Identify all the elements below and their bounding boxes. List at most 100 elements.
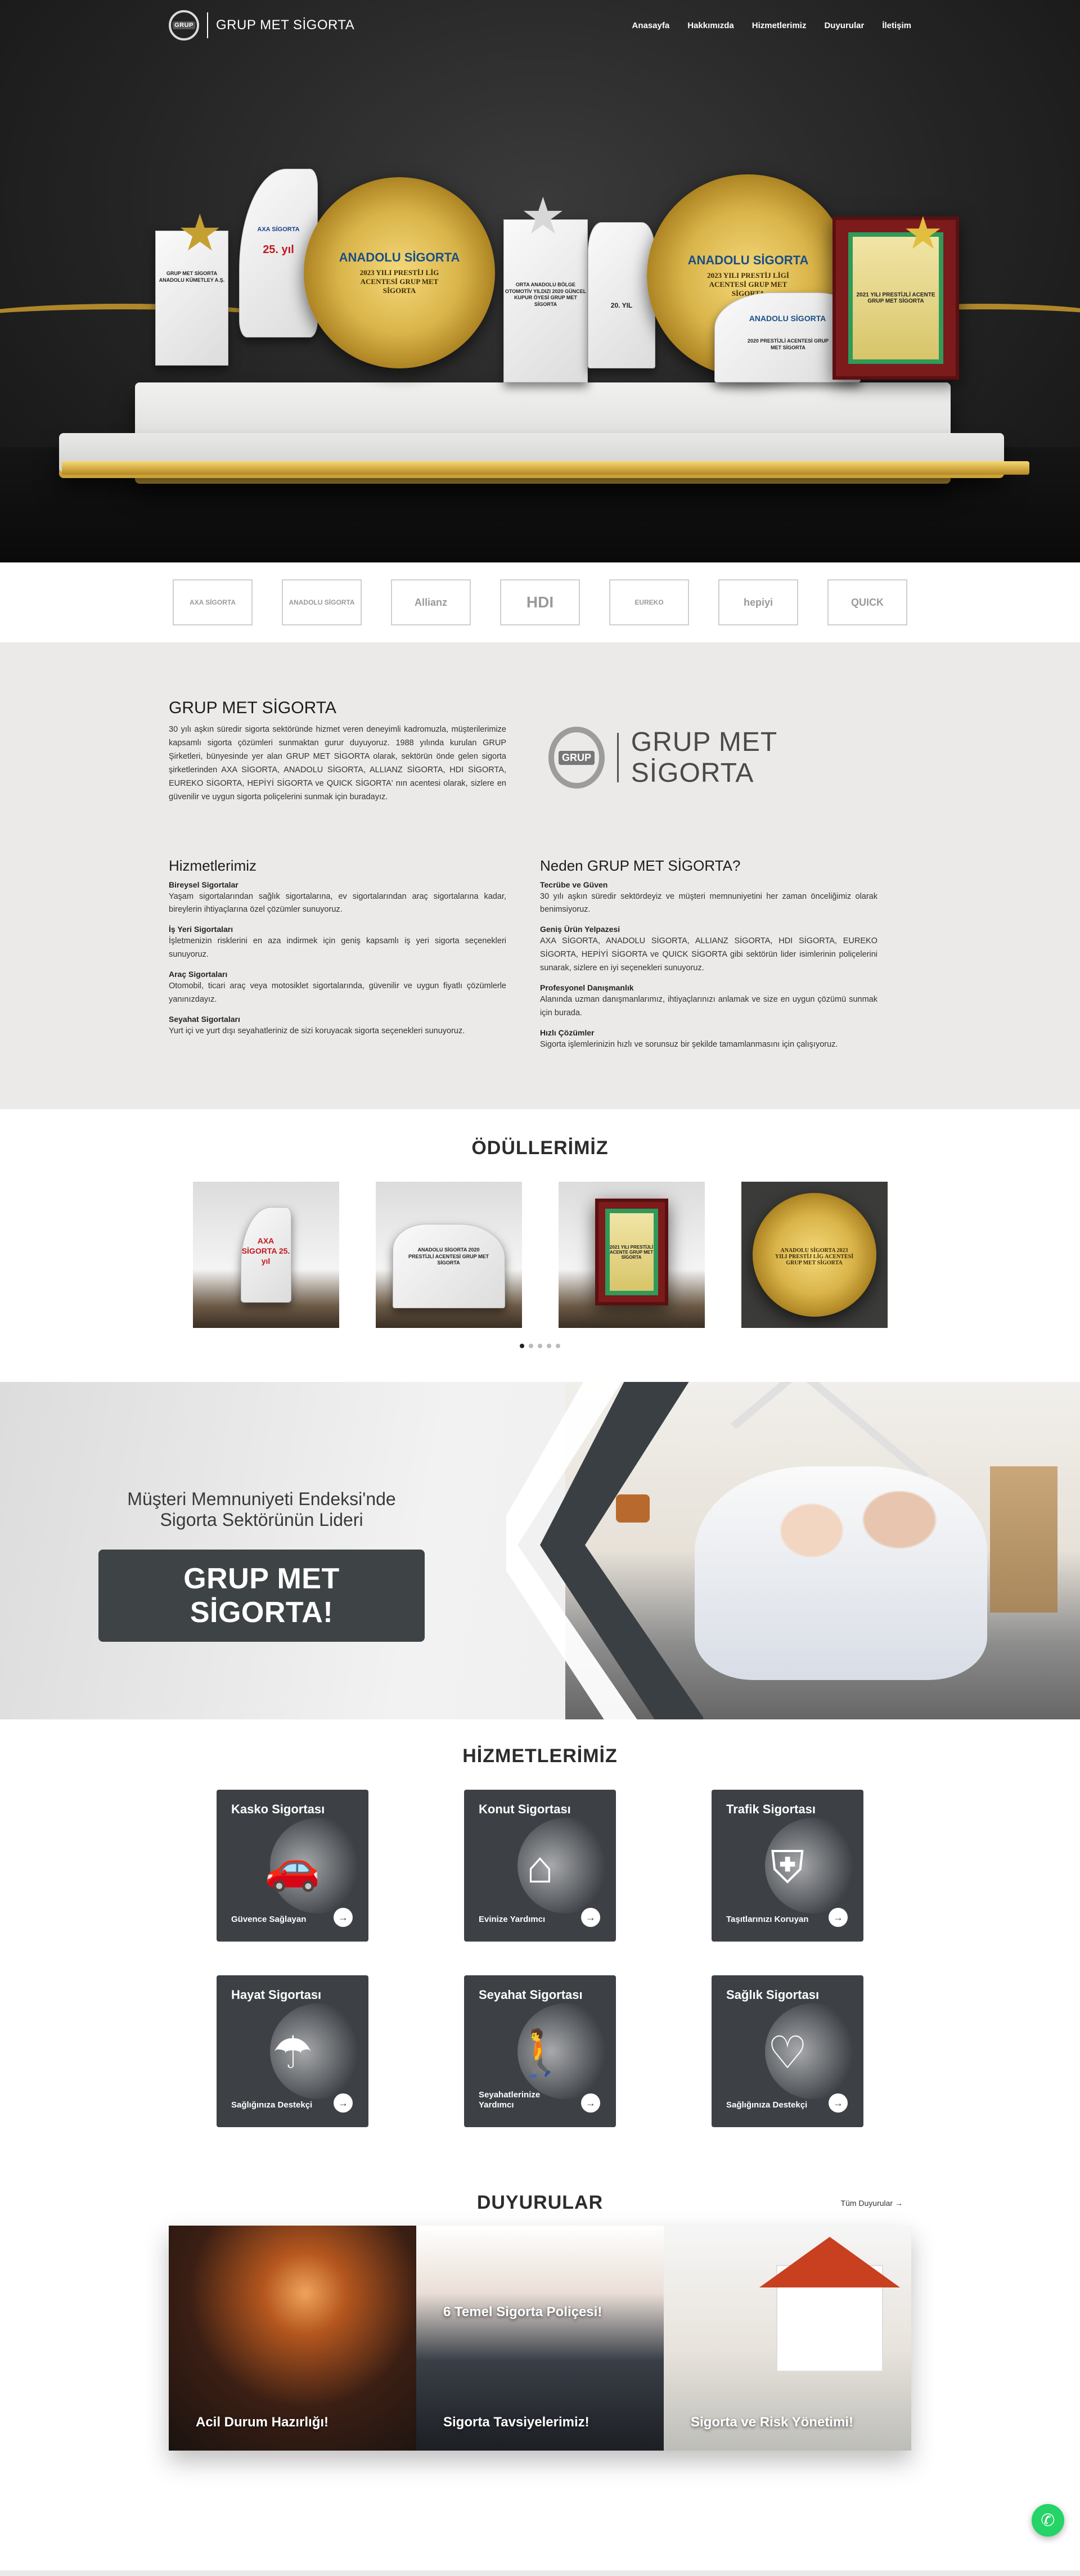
award-card[interactable]: 2021 YILI PRESTİJLİ ACENTE GRUP MET SİGO…: [558, 1182, 705, 1328]
arrow-right-icon[interactable]: →: [581, 2093, 600, 2113]
why-item-title: Geniş Ürün Yelpazesi: [540, 925, 620, 934]
announcements-section: DUYURULAR Tüm Duyurular → Acil Durum Haz…: [0, 2181, 1080, 2576]
service-item-text: Otomobil, ticari araç veya motosiklet si…: [169, 981, 506, 1005]
service-card-subtitle: Taşıtlarınızı Koruyan: [726, 1915, 809, 1924]
arrow-right-icon[interactable]: →: [829, 1908, 848, 1927]
family-umbrella-icon: ☂: [272, 2028, 313, 2078]
car-crash-icon: 🚗: [264, 1842, 321, 1892]
nav-contact[interactable]: İletişim: [882, 21, 911, 30]
why-item-text: AXA SİGORTA, ANADOLU SİGORTA, ALLIANZ Sİ…: [540, 936, 878, 973]
service-card-saglik[interactable]: Sağlık Sigortası ♡ Sağlığınıza Destekçi …: [712, 1975, 863, 2127]
announcements-grid: Acil Durum Hazırlığı! 6 Temel Sigorta Po…: [169, 2226, 911, 2451]
arrow-right-icon[interactable]: →: [829, 2093, 848, 2113]
nav-home[interactable]: Anasayfa: [632, 21, 670, 30]
brand-logo-icon: GRUP: [169, 10, 199, 40]
award-card-medal: ANADOLU SİGORTA 2023 YILI PRESTİJ LİG AC…: [752, 1193, 876, 1317]
carousel-pagination: [0, 1344, 1080, 1348]
medal1-title: ANADOLU SİGORTA: [339, 250, 460, 264]
announcement-caption-top: 6 Temel Sigorta Poliçesi!: [443, 2304, 602, 2320]
banner-cta-badge: GRUP MET SİGORTA!: [98, 1550, 425, 1642]
announcements-header: DUYURULAR Tüm Duyurular →: [0, 2181, 1080, 2226]
partner-anadolu-logo[interactable]: ANADOLU SİGORTA: [282, 579, 362, 625]
nav-announcements[interactable]: Duyurular: [824, 21, 864, 30]
house-roof: [759, 2237, 900, 2287]
service-item-title: Seyahat Sigortaları: [169, 1015, 240, 1024]
axa-trophy-brand: AXA SİGORTA: [257, 226, 300, 233]
service-card-seyahat[interactable]: Seyahat Sigortası 🚶 Seyahatlerinize Yard…: [464, 1975, 616, 2127]
gold-star-icon: ★: [903, 208, 943, 258]
promo-banner: Müşteri Memnuniyeti Endeksi'nde Sigorta …: [0, 1382, 1080, 1719]
announcements-title: DUYURULAR: [476, 2192, 604, 2213]
award-card-trophy: ANADOLU SİGORTA 2020 PRESTİJLİ ACENTESİ …: [392, 1224, 505, 1308]
award-card[interactable]: ANADOLU SİGORTA 2020 PRESTİJLİ ACENTESİ …: [375, 1182, 522, 1328]
service-card-kasko[interactable]: Kasko Sigortası 🚗 Güvence Sağlayan →: [217, 1790, 368, 1942]
arrow-right-icon[interactable]: →: [334, 1908, 353, 1927]
carousel-dot[interactable]: [556, 1344, 560, 1348]
partner-hepiyi-logo[interactable]: hepiyi: [718, 579, 798, 625]
nav-services[interactable]: Hizmetlerimiz: [752, 21, 807, 30]
why-item: Profesyonel Danışmanlık Alanında uzman da…: [540, 983, 878, 1020]
arrow-right-icon[interactable]: →: [334, 2093, 353, 2113]
service-card-title: Seyahat Sigortası: [479, 1988, 583, 2002]
partner-allianz-logo[interactable]: Allianz: [391, 579, 471, 625]
service-card-subtitle: Güvence Sağlayan: [231, 1915, 307, 1924]
why-us-column: Neden GRUP MET SİGORTA? Tecrübe ve Güven…: [540, 838, 878, 1060]
services-grid: Kasko Sigortası 🚗 Güvence Sağlayan → Kon…: [0, 1790, 1080, 2127]
heart-plus-icon: ♡: [767, 2028, 808, 2078]
service-item-title: Araç Sigortaları: [169, 970, 228, 979]
banner-diagonal-stripes: [506, 1382, 703, 1719]
partner-axa-logo[interactable]: AXA SİGORTA: [173, 579, 253, 625]
arrow-right-icon: →: [895, 2199, 903, 2208]
brand-logo-link[interactable]: GRUP GRUP MET SİGORTA: [169, 10, 354, 40]
about-right-column: GRUP GRUP MET SİGORTA: [540, 699, 878, 804]
medal-anadolu-2023: ANADOLU SİGORTA 2023 YILI PRESTİJ LİG AC…: [304, 177, 495, 368]
why-item-text: Sigorta işlemlerinizin hızlı ve sorunsuz…: [540, 1039, 838, 1049]
partner-hdi-logo[interactable]: HDI: [500, 579, 580, 625]
service-card-title: Sağlık Sigortası: [726, 1988, 820, 2002]
service-card-hayat[interactable]: Hayat Sigortası ☂ Sağlığınıza Destekçi →: [217, 1975, 368, 2127]
announcement-card[interactable]: Acil Durum Hazırlığı!: [169, 2226, 416, 2451]
about-title: GRUP MET SİGORTA: [169, 699, 336, 717]
service-card-title: Kasko Sigortası: [231, 1802, 325, 1816]
partner-quick-logo[interactable]: QUICK: [827, 579, 907, 625]
service-item-title: İş Yeri Sigortaları: [169, 925, 233, 934]
service-card-trafik[interactable]: Trafik Sigortası ⛨ Taşıtlarınızı Koruyan…: [712, 1790, 863, 1942]
arrow-right-icon[interactable]: →: [581, 1908, 600, 1927]
brand-logo-mark: GRUP: [173, 21, 195, 29]
why-us-title: Neden GRUP MET SİGORTA?: [540, 857, 741, 874]
partner-eureko-logo[interactable]: EUREKO: [609, 579, 689, 625]
all-announcements-link[interactable]: Tüm Duyurular →: [841, 2199, 903, 2208]
star-trophy-middle-text: ORTA ANADOLU BÖLGE OTOMOTİV YILDIZI 2020…: [505, 282, 587, 308]
why-item-title: Hızlı Çözümler: [540, 1028, 595, 1037]
award-card[interactable]: ANADOLU SİGORTA 2023 YILI PRESTİJ LİG AC…: [741, 1182, 888, 1328]
about-left-column: GRUP MET SİGORTA 30 yılı aşkın süredir s…: [169, 699, 506, 804]
banner-line-1: Müşteri Memnuniyeti Endeksi'nde: [127, 1489, 396, 1509]
service-card-title: Trafik Sigortası: [726, 1802, 816, 1816]
medal2-title: ANADOLU SİGORTA: [687, 253, 809, 267]
service-card-subtitle: Evinize Yardımcı: [479, 1915, 546, 1924]
service-item: Bireysel Sigortalar Yaşam sigortalarından…: [169, 880, 506, 917]
why-item-text: 30 yılı aşkın süredir sektördeyiz ve müş…: [540, 891, 878, 915]
about-logo-mark: GRUP: [559, 750, 595, 765]
our-services-title: Hizmetlerimiz: [169, 857, 256, 874]
announcement-card[interactable]: 6 Temel Sigorta Poliçesi! Sigorta Tavsiy…: [416, 2226, 664, 2451]
whatsapp-icon[interactable]: ✆: [1032, 2504, 1064, 2537]
carousel-dot[interactable]: [547, 1344, 551, 1348]
services-title: HİZMETLERİMİZ: [462, 1745, 618, 1767]
brand-separator: [207, 12, 208, 38]
award-card[interactable]: AXA SİGORTA 25. yıl: [192, 1182, 339, 1328]
service-card-konut[interactable]: Konut Sigortası ⌂ Evinize Yardımcı →: [464, 1790, 616, 1942]
carousel-dot[interactable]: [520, 1344, 524, 1348]
service-card-subtitle: Sağlığınıza Destekçi: [726, 2100, 808, 2110]
star-trophy-left-text: GRUP MET SİGORTA ANADOLU KÜMETLEY A.Ş.: [159, 271, 225, 283]
carousel-dot[interactable]: [538, 1344, 542, 1348]
carousel-dot[interactable]: [529, 1344, 533, 1348]
awards-carousel[interactable]: AXA SİGORTA 25. yıl ANADOLU SİGORTA 2020…: [0, 1182, 1080, 1328]
announcement-card[interactable]: Sigorta ve Risk Yönetimi!: [664, 2226, 911, 2451]
nav-about[interactable]: Hakkımızda: [687, 21, 734, 30]
star-icon: ★: [177, 205, 223, 262]
top-navigation: GRUP GRUP MET SİGORTA Anasayfa Hakkımızd…: [0, 0, 1080, 51]
silver-star-icon: ★: [520, 188, 566, 245]
twenty-year-trophy: 20. YIL: [588, 222, 655, 368]
banner-line-2: Sigorta Sektörünün Lideri: [160, 1510, 363, 1530]
